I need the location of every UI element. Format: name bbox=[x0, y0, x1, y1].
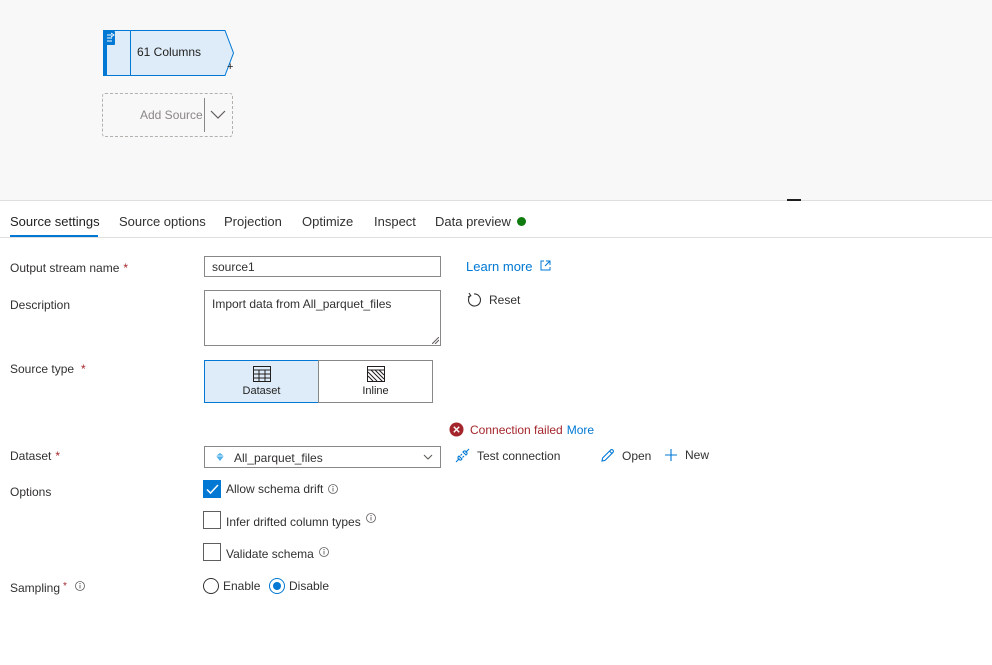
required-marker: * bbox=[123, 261, 129, 275]
error-message: Connection failed bbox=[470, 422, 563, 437]
checkbox-box[interactable] bbox=[203, 480, 221, 498]
connection-error: Connection failed More bbox=[449, 422, 594, 437]
chevron-down-icon[interactable] bbox=[210, 107, 226, 123]
source-type-inline-option[interactable]: Inline bbox=[318, 360, 433, 403]
resize-grip-icon[interactable] bbox=[432, 337, 439, 344]
graph-canvas[interactable]: 61 Columns + Add Source bbox=[0, 0, 992, 200]
learn-more-text: Learn more bbox=[466, 259, 533, 274]
output-stream-label-text: Output stream name bbox=[10, 261, 120, 275]
dataset-label: Dataset * bbox=[10, 449, 60, 463]
test-connection-label: Test connection bbox=[477, 448, 561, 463]
tab-projection[interactable]: Projection bbox=[224, 214, 282, 229]
reset-label: Reset bbox=[489, 293, 521, 307]
plus-icon bbox=[665, 449, 677, 461]
required-marker: * bbox=[55, 449, 61, 463]
source-icon bbox=[104, 31, 115, 45]
source-type-label: Source type * bbox=[10, 362, 86, 376]
checkbox-box[interactable] bbox=[203, 543, 221, 561]
output-stream-input[interactable] bbox=[204, 256, 441, 277]
chevron-down-icon bbox=[423, 454, 433, 460]
splitter-handle[interactable] bbox=[787, 199, 801, 201]
checkbox-box[interactable] bbox=[203, 511, 221, 529]
table-icon bbox=[252, 366, 271, 382]
open-label: Open bbox=[622, 448, 652, 463]
dataset-dropdown[interactable]: All_parquet_files bbox=[204, 446, 441, 468]
output-stream-label: Output stream name * bbox=[10, 261, 128, 275]
active-tab-indicator bbox=[10, 235, 98, 237]
info-icon[interactable] bbox=[318, 547, 329, 557]
plug-icon bbox=[455, 448, 470, 463]
sampling-label-text: Sampling bbox=[10, 581, 61, 595]
source-type-label-text: Source type bbox=[10, 362, 75, 376]
status-dot-icon bbox=[516, 217, 526, 226]
panel-splitter[interactable] bbox=[0, 200, 992, 201]
add-transform-plus[interactable]: + bbox=[227, 61, 233, 73]
enable-label: Enable bbox=[223, 579, 261, 593]
new-label: New bbox=[685, 448, 710, 462]
info-icon[interactable] bbox=[365, 513, 376, 523]
inline-option-label: Inline bbox=[362, 385, 389, 397]
infer-drifted-column-types-checkbox[interactable]: Infer drifted column types bbox=[203, 511, 376, 529]
description-input[interactable]: Import data from All_parquet_files bbox=[204, 290, 441, 346]
infer-drifted-label: Infer drifted column types bbox=[226, 515, 361, 529]
tab-optimize[interactable]: Optimize bbox=[302, 214, 353, 229]
error-more-link[interactable]: More bbox=[567, 423, 594, 437]
settings-tabs: Source settings Source options Projectio… bbox=[0, 208, 992, 238]
disable-label: Disable bbox=[289, 579, 330, 593]
tab-data-preview-label: Data preview bbox=[435, 214, 511, 229]
dataset-option-label: Dataset bbox=[242, 385, 281, 397]
checkmark-icon bbox=[206, 484, 219, 495]
add-source-divider bbox=[204, 98, 205, 132]
hatched-table-icon bbox=[366, 366, 385, 382]
add-source-button[interactable]: Add Source bbox=[102, 93, 233, 137]
dataset-label-text: Dataset bbox=[10, 449, 52, 463]
node-label: 61 Columns bbox=[137, 45, 202, 59]
required-marker: * bbox=[63, 581, 67, 592]
learn-more-link[interactable]: Learn more bbox=[466, 259, 551, 274]
dataset-value: All_parquet_files bbox=[234, 451, 323, 465]
sampling-label: Sampling * bbox=[10, 581, 86, 595]
source-node[interactable]: 61 Columns bbox=[103, 30, 234, 76]
open-dataset-button[interactable]: Open bbox=[600, 448, 651, 463]
tab-source-settings[interactable]: Source settings bbox=[10, 214, 100, 229]
sampling-enable-radio[interactable]: Enable bbox=[203, 578, 260, 594]
external-link-icon bbox=[540, 260, 551, 271]
pencil-icon bbox=[601, 449, 614, 462]
description-label: Description bbox=[10, 298, 71, 312]
options-label: Options bbox=[10, 485, 52, 499]
tab-data-preview[interactable]: Data preview bbox=[435, 214, 526, 229]
sampling-disable-radio[interactable]: Disable bbox=[269, 578, 329, 594]
error-icon bbox=[449, 422, 464, 437]
allow-schema-drift-checkbox[interactable]: Allow schema drift bbox=[203, 480, 339, 498]
new-dataset-button[interactable]: New bbox=[664, 448, 709, 462]
info-icon[interactable] bbox=[75, 581, 86, 591]
required-marker: * bbox=[81, 362, 86, 376]
tab-inspect[interactable]: Inspect bbox=[374, 214, 416, 229]
source-type-dataset-option[interactable]: Dataset bbox=[204, 360, 319, 403]
radio-button[interactable] bbox=[203, 578, 219, 594]
add-source-label: Add Source bbox=[140, 108, 203, 122]
reset-icon bbox=[467, 292, 482, 307]
reset-button[interactable]: Reset bbox=[466, 292, 520, 308]
radio-button-selected[interactable] bbox=[269, 578, 285, 594]
validate-schema-label: Validate schema bbox=[226, 546, 314, 561]
info-icon[interactable] bbox=[328, 484, 339, 494]
parquet-icon bbox=[216, 453, 224, 461]
tab-source-options[interactable]: Source options bbox=[119, 214, 206, 229]
test-connection-button[interactable]: Test connection bbox=[455, 448, 560, 463]
validate-schema-checkbox[interactable]: Validate schema bbox=[203, 543, 329, 561]
allow-schema-drift-label: Allow schema drift bbox=[226, 482, 324, 496]
